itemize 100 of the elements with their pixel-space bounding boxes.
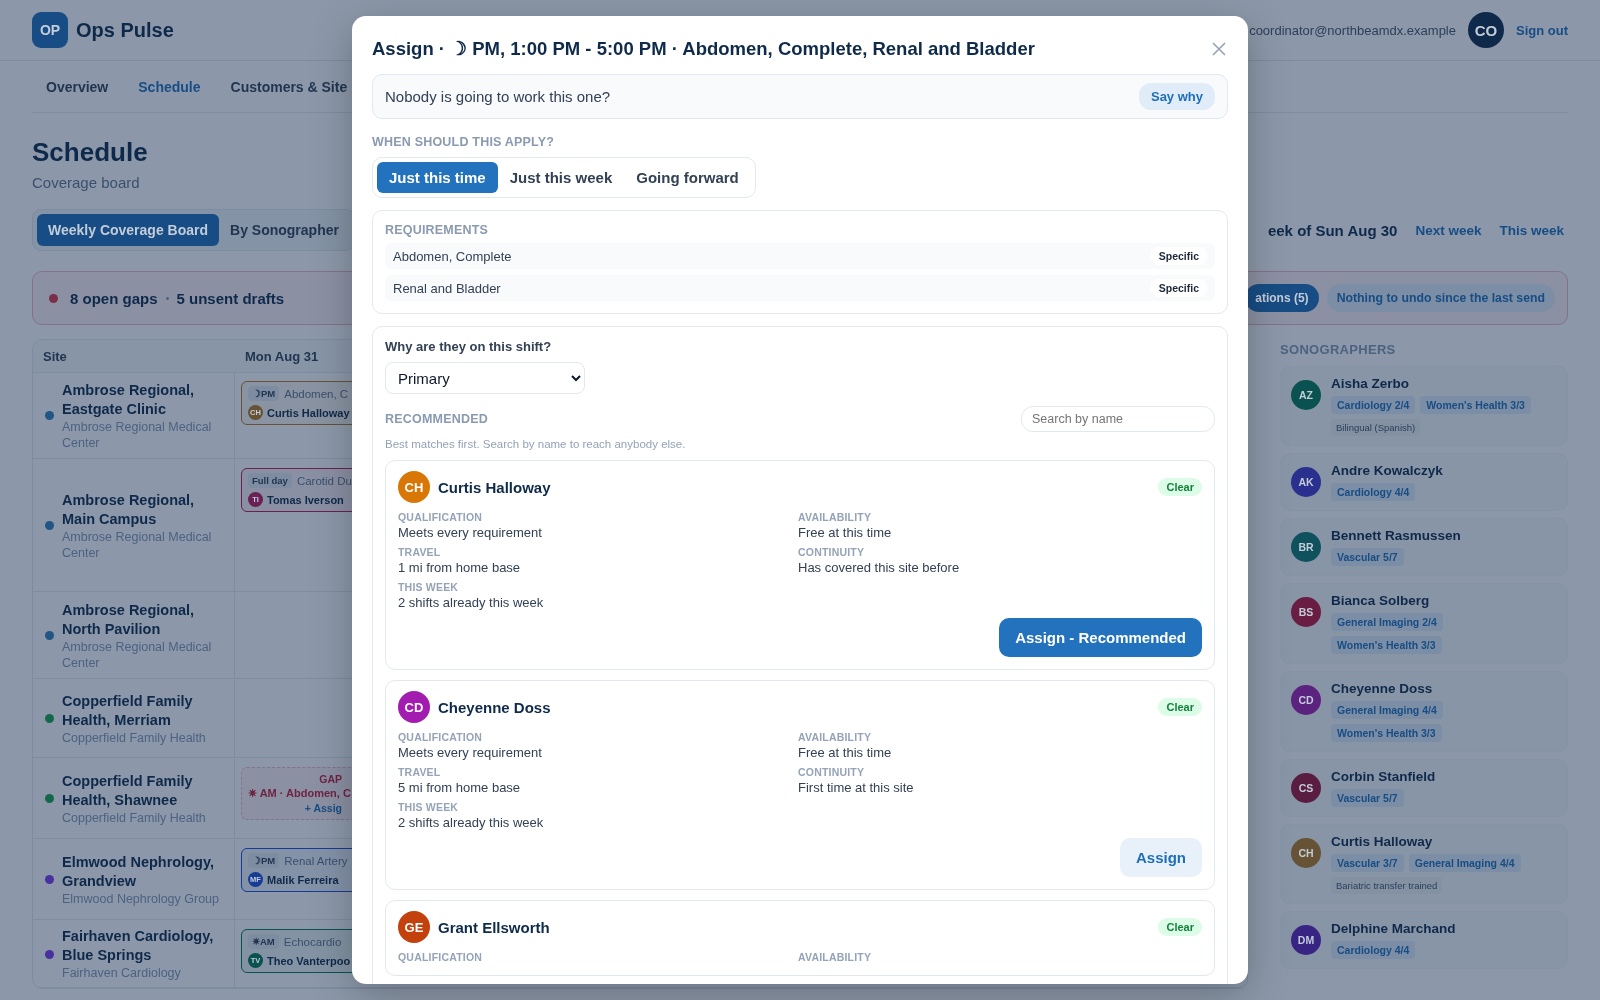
specialty-tag: Women's Health 3/3	[1331, 724, 1442, 742]
hint-text: Best matches first. Search by name to reach anybody else.	[385, 438, 687, 450]
specialty-tag: General Imaging 4/4	[1408, 854, 1521, 872]
assign-button[interactable]: Assign - Recommended	[999, 618, 1202, 657]
week-link[interactable]: Next week	[1415, 222, 1482, 238]
sonographer-name: Curtis Halloway	[1331, 834, 1434, 849]
shift-reason-select[interactable]: Primary	[385, 362, 585, 394]
field-label: THIS WEEK	[398, 581, 460, 593]
session-tag: ☽PM	[248, 853, 280, 868]
page-subtitle: Coverage board	[32, 174, 140, 191]
sonographer-card[interactable]: CD Cheyenne Doss General Imaging 4/4 Women's Health 3/3	[1280, 671, 1568, 752]
specialty-tag: Vascular 5/7	[1331, 548, 1404, 566]
sonographer-card[interactable]: BR Bennett Rasmussen Vascular 5/7	[1280, 518, 1568, 576]
site-name: Ambrose Regional, North Pavilion	[62, 600, 196, 639]
nav-tab[interactable]: Schedule	[138, 78, 201, 95]
candidate-name: Curtis Halloway	[438, 478, 552, 496]
view-tab[interactable]: By Sonographer	[219, 214, 350, 246]
page-title: Schedule	[32, 137, 148, 168]
sonographer-avatar: CH	[1291, 838, 1321, 868]
sonographer-avatar: CS	[1291, 773, 1321, 803]
alert-button[interactable]: ations (5)	[1245, 284, 1319, 312]
say-why-button[interactable]: Say why	[1138, 83, 1215, 110]
search-field[interactable]: Search by name	[1021, 406, 1215, 432]
sonographer-name: Bennett Rasmussen	[1331, 528, 1462, 543]
field-label: AVAILABILITY	[798, 731, 873, 743]
field-label: CONTINUITY	[798, 546, 866, 558]
exam-name: Carotid Du	[296, 474, 352, 487]
unassign-prompt: Nobody is going to work this one?	[385, 88, 611, 105]
customer-name: Ambrose Regional Medical Center	[62, 638, 213, 671]
field-label: QUALIFICATION	[398, 511, 484, 523]
person-name: Tomas Iverson	[267, 493, 344, 506]
sonographer-avatar: BS	[1291, 597, 1321, 627]
section-label: REQUIREMENTS	[385, 223, 490, 237]
specialty-tag: Women's Health 3/3	[1331, 636, 1442, 654]
sonographer-card[interactable]: BS Bianca Solberg General Imaging 2/4 Women's Health 3/3	[1280, 583, 1568, 664]
section-label: RECOMMENDED	[385, 412, 488, 426]
week-label: eek of Sun Aug 30	[1267, 221, 1398, 239]
candidate-name: Grant Ellsworth	[438, 918, 551, 936]
scope-option[interactable]: Just this week	[497, 162, 625, 193]
sign-out-link[interactable]: Sign out	[1516, 22, 1568, 38]
note-tag: Bariatric transfer trained	[1331, 877, 1443, 894]
gap-detail: ✷ AM · Abdomen, C	[248, 787, 351, 800]
candidate-avatar: CH	[398, 471, 430, 503]
nav-tab[interactable]: Customers & Site	[230, 78, 348, 95]
candidate-avatar: CD	[398, 691, 430, 723]
field-value: 5 mi from home base	[398, 780, 522, 795]
app-name: Ops Pulse	[76, 18, 174, 42]
candidate-name: Cheyenne Doss	[438, 698, 552, 716]
requirement-name: Renal and Bladder	[393, 280, 501, 296]
sonographer-name: Delphine Marchand	[1331, 921, 1457, 936]
customer-name: Ambrose Regional Medical Center	[62, 528, 213, 561]
field-value: First time at this site	[798, 780, 915, 795]
customer-name: Fairhaven Cardiology	[62, 965, 182, 981]
sonographer-name: Aisha Zerbo	[1331, 376, 1410, 391]
sonographer-card[interactable]: AZ Aisha Zerbo Cardiology 2/4 Women's Health 3/3 Bilingual (Spanish)	[1280, 366, 1568, 446]
specialty-tag: General Imaging 2/4	[1331, 613, 1443, 631]
sonographer-card[interactable]: CS Corbin Stanfield Vascular 5/7	[1280, 759, 1568, 817]
status-badge: Clear	[1158, 918, 1202, 936]
specialty-tag: Women's Health 3/3	[1420, 396, 1531, 414]
exam-name: Echocardio	[283, 935, 342, 948]
sonographer-name: Cheyenne Doss	[1331, 681, 1434, 696]
requirement-tag: Specific	[1150, 247, 1207, 265]
site-name: Copperfield Family Health, Merriam	[62, 691, 194, 730]
specialty-tag: Vascular 3/7	[1331, 854, 1404, 872]
view-tab[interactable]: Weekly Coverage Board	[37, 214, 220, 246]
sonographer-card[interactable]: AK Andre Kowalczyk Cardiology 4/4	[1280, 453, 1568, 511]
field-value: 2 shifts already this week	[398, 815, 545, 830]
site-name: Ambrose Regional, Main Campus	[62, 490, 196, 529]
user-avatar[interactable]: CO	[1468, 12, 1504, 48]
field-value: Free at this time	[798, 745, 893, 760]
site-name: Fairhaven Cardiology, Blue Springs	[62, 927, 215, 965]
field-label: CONTINUITY	[798, 766, 866, 778]
week-link[interactable]: This week	[1499, 222, 1564, 238]
field-label: AVAILABILITY	[798, 511, 873, 523]
specialty-tag: Vascular 5/7	[1331, 789, 1404, 807]
specialty-tag: Cardiology 4/4	[1331, 941, 1416, 959]
dialog-title: Assign · ☽ PM, 1:00 PM - 5:00 PM · Abdomen, Complete, Renal and Bladder	[372, 38, 1035, 60]
gap-label: GAP	[318, 773, 343, 785]
close-button[interactable]	[1210, 40, 1228, 58]
field-label: THIS WEEK	[398, 801, 460, 813]
site-name: Elmwood Nephrology, Grandview	[62, 852, 215, 891]
sonographer-avatar: AZ	[1291, 380, 1321, 410]
nav-tab[interactable]: Overview	[46, 78, 109, 95]
unsent-drafts-count: 5 unsent drafts	[176, 289, 285, 307]
field-label: QUALIFICATION	[398, 951, 484, 963]
sonographer-avatar: AK	[1291, 467, 1321, 497]
requirement-tag: Specific	[1150, 279, 1207, 297]
assign-button[interactable]: Assign	[1120, 838, 1202, 877]
specialty-tag: Cardiology 4/4	[1331, 483, 1416, 501]
alert-dot	[49, 293, 58, 303]
sonographer-card[interactable]: DM Delphine Marchand Cardiology 4/4	[1280, 911, 1568, 969]
scope-option[interactable]: Just this time	[377, 162, 498, 193]
sonographer-card[interactable]: CH Curtis Halloway Vascular 3/7 General Imaging 4/4 Bariatric transfer trained	[1280, 824, 1568, 904]
field-value: Has covered this site before	[798, 560, 961, 575]
session-tag: ✷AM	[248, 934, 279, 949]
scope-option[interactable]: Going forward	[624, 162, 751, 193]
status-badge: Clear	[1158, 698, 1202, 716]
customer-name: Copperfield Family Health	[62, 729, 207, 746]
person-name: Curtis Halloway	[267, 406, 350, 419]
section-title: SONOGRAPHERS	[1280, 340, 1397, 359]
